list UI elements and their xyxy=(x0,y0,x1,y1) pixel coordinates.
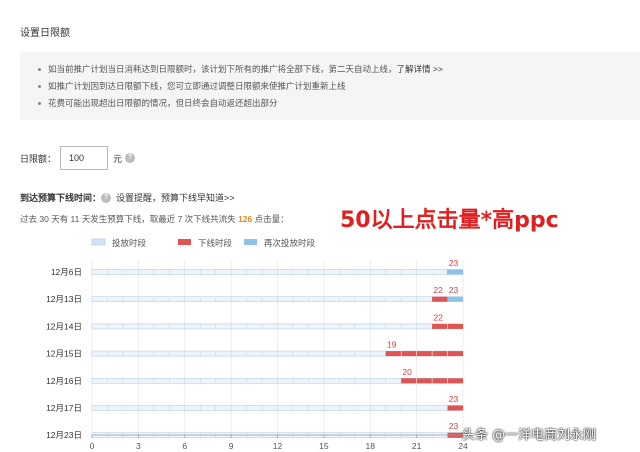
x-tick-label: 0 xyxy=(90,441,95,451)
reach-row: 到达预算下线时间： ? 设置提醒，预算下线早知道>> xyxy=(20,191,235,204)
notice-item: 如当前推广计划当日消耗达到日限额时，该计划下所有的推广将全部下线，第二天自动上线… xyxy=(38,61,640,78)
row-date-label: 12月16日 xyxy=(46,376,82,386)
currency-unit: 元 xyxy=(113,153,123,164)
offline-hour-label: 20 xyxy=(402,367,412,377)
notice-text: 如当前推广计划当日消耗达到日限额时，该计划下所有的推广将全部下线，第二天自动上线… xyxy=(48,64,397,74)
row-date-label: 12月14日 xyxy=(46,321,82,331)
x-tick-label: 12 xyxy=(273,441,283,451)
offline-hour-label: 22 xyxy=(433,312,443,322)
question-circle-icon[interactable]: ? xyxy=(125,153,136,163)
x-tick-label: 3 xyxy=(136,441,141,451)
daily-limit-input[interactable] xyxy=(60,146,109,170)
legend-swatch xyxy=(244,239,257,245)
notice-item: 花费可能出现超出日限额的情况，但日终会自动返还超出部分 xyxy=(38,95,640,112)
daily-limit-row: 日限额： 元 ? xyxy=(20,146,136,170)
reactive-bar xyxy=(448,269,463,275)
legend-label: 再次投放时段 xyxy=(264,238,316,248)
learn-more-link[interactable]: 了解详情 >> xyxy=(397,64,443,74)
stat-suffix: 点击量： xyxy=(254,214,289,224)
watermark: 头条 @一洋电商刘永刚 xyxy=(462,428,597,443)
offline-hour-label: 19 xyxy=(387,340,397,350)
legend-swatch xyxy=(178,239,191,245)
row-date-label: 12月23日 xyxy=(46,430,82,440)
offline-hour-label: 23 xyxy=(449,258,459,268)
lost-clicks-count: 126 xyxy=(238,214,253,224)
notice-item: 如推广计划因到达日限额下线，您可立即通过调整日限额来使推广计划重新上线 xyxy=(38,78,640,95)
offline-hour-label: 23 xyxy=(449,394,459,404)
row-date-label: 12月17日 xyxy=(46,403,82,413)
x-tick-label: 9 xyxy=(229,441,234,451)
offline-hour-label: 23 xyxy=(449,285,459,295)
x-tick-label: 21 xyxy=(412,441,422,451)
daily-limit-label: 日限额： xyxy=(20,153,57,164)
offline-hour-label: 23 xyxy=(449,421,459,431)
offline-bar xyxy=(432,296,448,302)
legend-label: 投放时段 xyxy=(112,238,147,248)
legend-swatch xyxy=(91,238,106,246)
reach-label: 到达预算下线时间： xyxy=(20,193,102,203)
offline-bar xyxy=(447,405,463,411)
row-date-label: 12月15日 xyxy=(46,349,82,359)
offline-stats: 过去 30 天有 11 天发生预算下线，取最近 7 次下线共流失 126 点击量… xyxy=(20,213,289,225)
row-date-label: 12月13日 xyxy=(46,294,82,304)
legend-label: 下线时段 xyxy=(198,238,233,248)
x-tick-label: 18 xyxy=(366,441,376,451)
set-reminder-link[interactable]: 设置提醒，预算下线早知道>> xyxy=(116,191,235,204)
offline-hour-label: 22 xyxy=(433,285,443,295)
row-date-label: 12月6日 xyxy=(51,267,82,277)
stat-prefix: 过去 30 天有 11 天发生预算下线，取最近 7 次下线共流失 xyxy=(20,214,236,224)
x-tick-label: 15 xyxy=(319,441,329,451)
notice-panel: 如当前推广计划当日消耗达到日限额时，该计划下所有的推广将全部下线，第二天自动上线… xyxy=(20,52,640,120)
page-title: 设置日限额 xyxy=(20,28,70,39)
reactive-bar xyxy=(448,296,463,302)
question-circle-icon[interactable]: ? xyxy=(101,192,112,203)
offline-bar xyxy=(385,351,463,357)
offline-time-chart: 投放时段 下线时段 再次投放时段 12月6日 23 12月13日 22 23 12月14日 22 1… xyxy=(46,238,468,451)
x-tick-label: 6 xyxy=(182,441,187,451)
